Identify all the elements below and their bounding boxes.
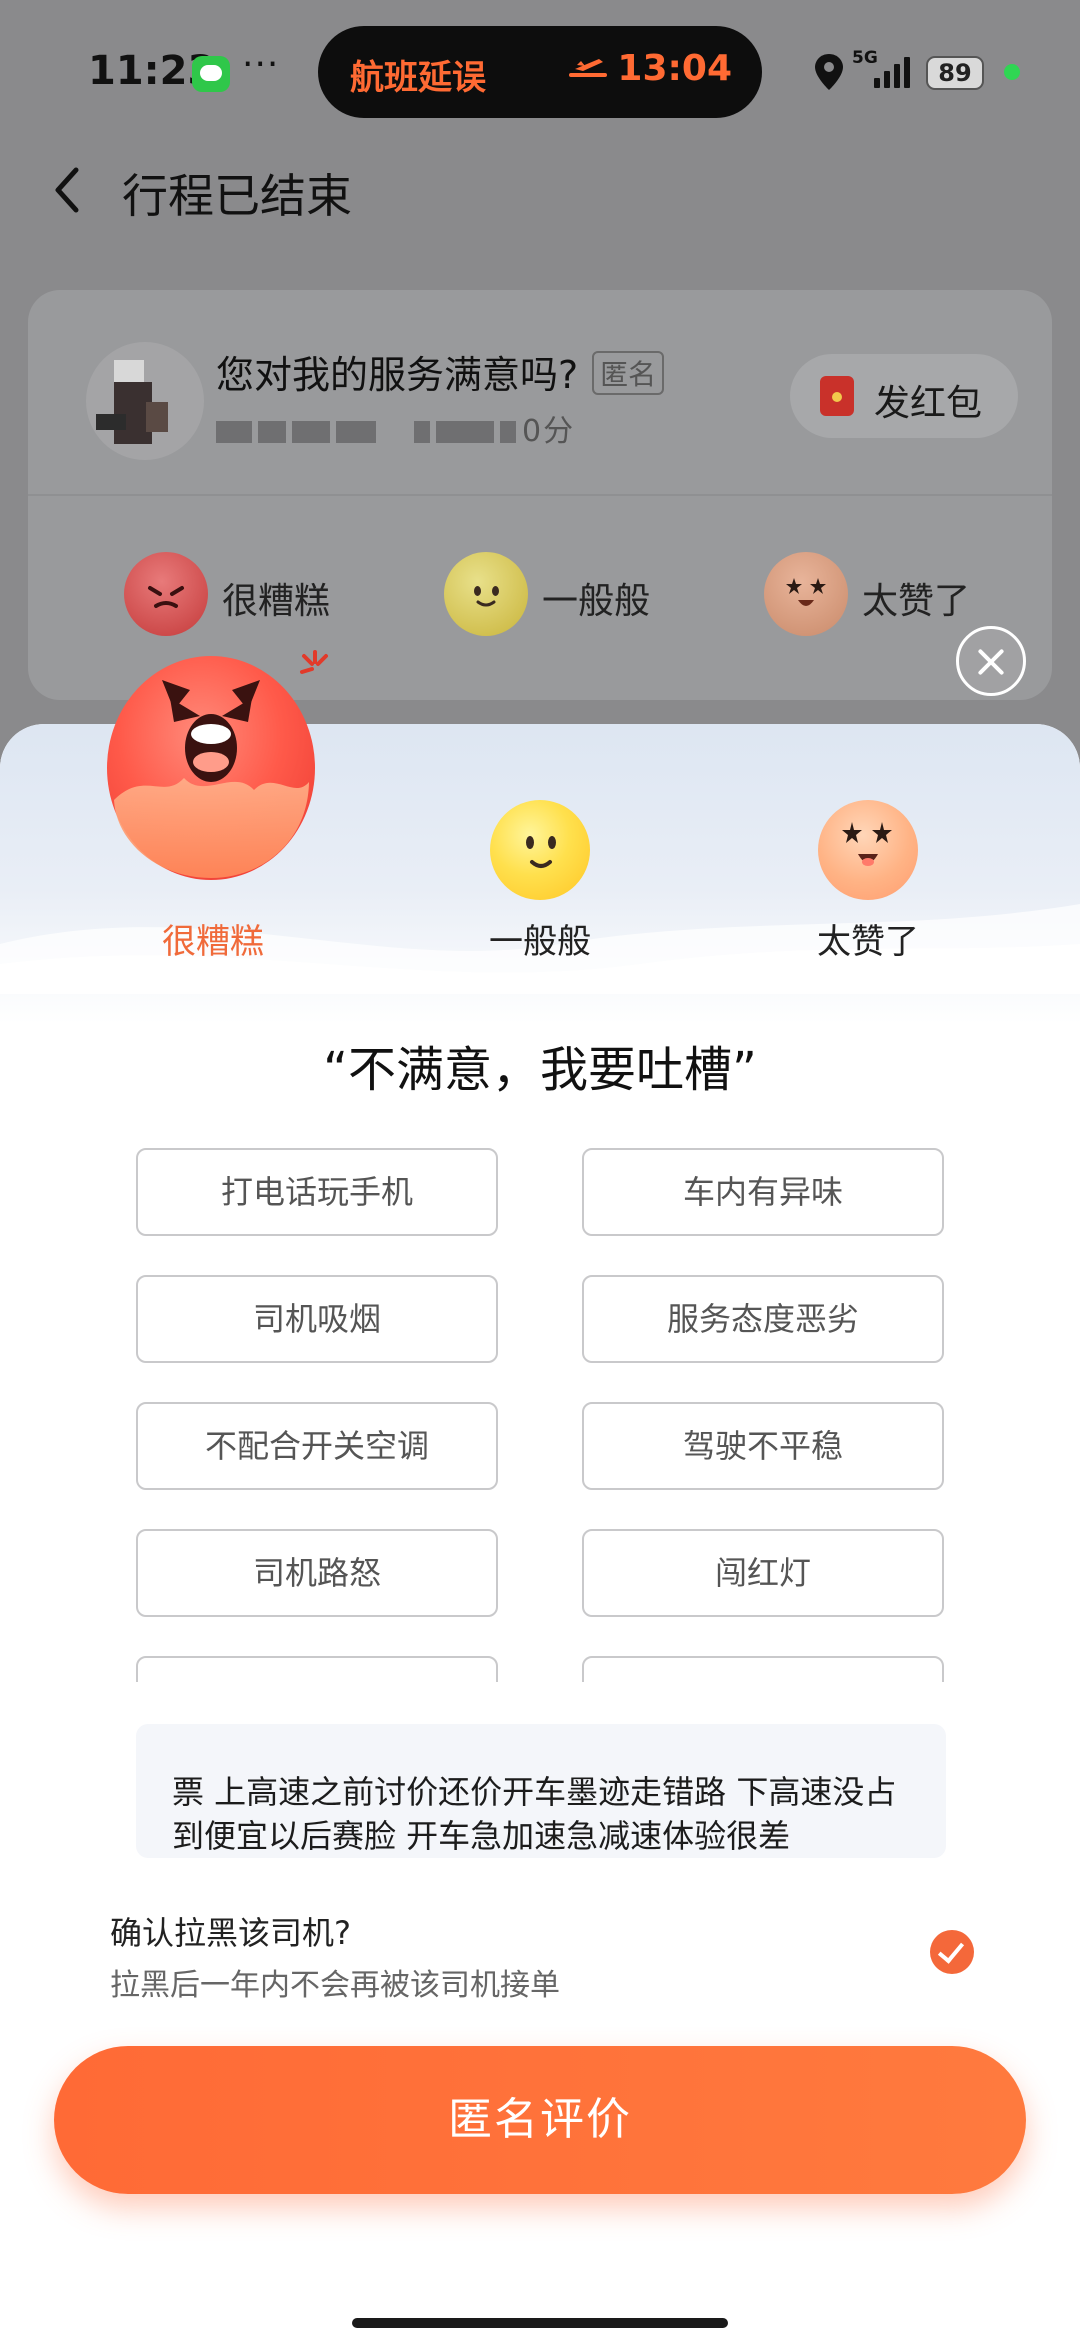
more-notifications-icon: ··· — [242, 44, 280, 85]
complaint-tag[interactable]: 服务态度恶劣 — [582, 1275, 944, 1363]
red-packet-label: 发红包 — [874, 383, 983, 424]
block-driver-subtitle: 拉黑后一年内不会再被该司机接单 — [110, 1968, 560, 2003]
flight-status-text: 航班延误 — [350, 58, 486, 98]
bg-rating-bad[interactable]: 很糟糕 — [124, 552, 344, 638]
bg-rating-label: 很糟糕 — [222, 581, 331, 622]
block-driver-title: 确认拉黑该司机? — [110, 1914, 351, 1952]
back-arrow-icon[interactable] — [48, 160, 88, 220]
dynamic-island-flight[interactable]: 航班延误 13:04 — [318, 26, 762, 118]
question-text: 您对我的服务满意吗? — [216, 353, 579, 397]
bg-rating-great[interactable]: 太赞了 — [764, 552, 984, 638]
driver-info-blurred: 0分 — [216, 406, 575, 450]
battery-indicator: 89 — [926, 56, 984, 90]
angry-face-icon — [124, 552, 208, 636]
star-eyes-face-icon — [764, 552, 848, 636]
complaint-tag[interactable]: 驾驶不平稳 — [582, 1402, 944, 1490]
bg-rating-normal[interactable]: 一般般 — [444, 552, 664, 638]
complaint-tag[interactable] — [582, 1656, 944, 1682]
anonymous-submit-button[interactable]: 匿名评价 — [54, 2046, 1026, 2194]
status-bar: 11:23 ··· 航班延误 13:04 5G 89 — [0, 0, 1080, 150]
close-sheet-button[interactable] — [956, 626, 1026, 696]
bg-rating-label: 太赞了 — [862, 581, 971, 622]
red-packet-icon — [820, 376, 854, 416]
rating-bottom-sheet: “不满意，我要吐槽” 打电话玩手机 车内有异味 司机吸烟 服务态度恶劣 不配合开… — [0, 724, 1080, 2347]
face-label-normal[interactable]: 一般般 — [460, 914, 620, 963]
driver-score-suffix: 0分 — [522, 414, 576, 449]
driver-avatar — [86, 342, 204, 460]
location-icon — [815, 54, 843, 90]
comment-input[interactable]: 票 上高速之前讨价还价开车墨迹走错路 下高速没占到便宜以后赛脸 开车急加速急减速… — [136, 1724, 946, 1858]
complaint-tag[interactable]: 不配合开关空调 — [136, 1402, 498, 1490]
signal-icon — [874, 57, 910, 88]
flight-time-group: 13:04 — [569, 48, 732, 89]
plane-icon — [569, 59, 608, 77]
complaint-tag[interactable]: 司机路怒 — [136, 1529, 498, 1617]
send-red-packet-button[interactable]: 发红包 — [790, 354, 1018, 438]
flight-time: 13:04 — [617, 48, 732, 89]
block-driver-checkbox[interactable] — [930, 1930, 974, 1974]
privacy-indicator-dot — [1004, 64, 1020, 80]
complaint-tag[interactable]: 司机吸烟 — [136, 1275, 498, 1363]
face-label-bad[interactable]: 很糟糕 — [133, 914, 293, 963]
card-divider — [28, 494, 1052, 496]
complaint-tag-list: 打电话玩手机 车内有异味 司机吸烟 服务态度恶劣 不配合开关空调 驾驶不平稳 司… — [136, 1148, 946, 1682]
driver-rating-card: 您对我的服务满意吗? 匿名 0分 发红包 很糟糕 一般般 太赞了 — [28, 290, 1052, 700]
angry-face-icon[interactable] — [104, 650, 318, 882]
anger-burst-icon — [300, 650, 328, 674]
complaint-tag[interactable]: 打电话玩手机 — [136, 1148, 498, 1236]
face-label-great[interactable]: 太赞了 — [788, 914, 948, 963]
satisfaction-question: 您对我的服务满意吗? 匿名 — [216, 344, 665, 399]
complaint-tag[interactable] — [136, 1656, 498, 1682]
neutral-face-icon[interactable] — [490, 800, 590, 900]
complaint-tag[interactable]: 闯红灯 — [582, 1529, 944, 1617]
neutral-face-icon — [444, 552, 528, 636]
message-app-icon — [192, 56, 230, 92]
home-indicator[interactable] — [352, 2318, 728, 2328]
complaint-tag[interactable]: 车内有异味 — [582, 1148, 944, 1236]
page-title: 行程已结束 — [122, 169, 352, 223]
background-page: 11:23 ··· 航班延误 13:04 5G 89 行程已结束 您对我的服务满… — [0, 0, 1080, 760]
feedback-quote: “不满意，我要吐槽” — [323, 1042, 757, 1098]
star-eyes-face-icon[interactable] — [818, 800, 918, 900]
anonymous-tag: 匿名 — [592, 351, 665, 395]
bg-rating-label: 一般般 — [542, 581, 651, 622]
